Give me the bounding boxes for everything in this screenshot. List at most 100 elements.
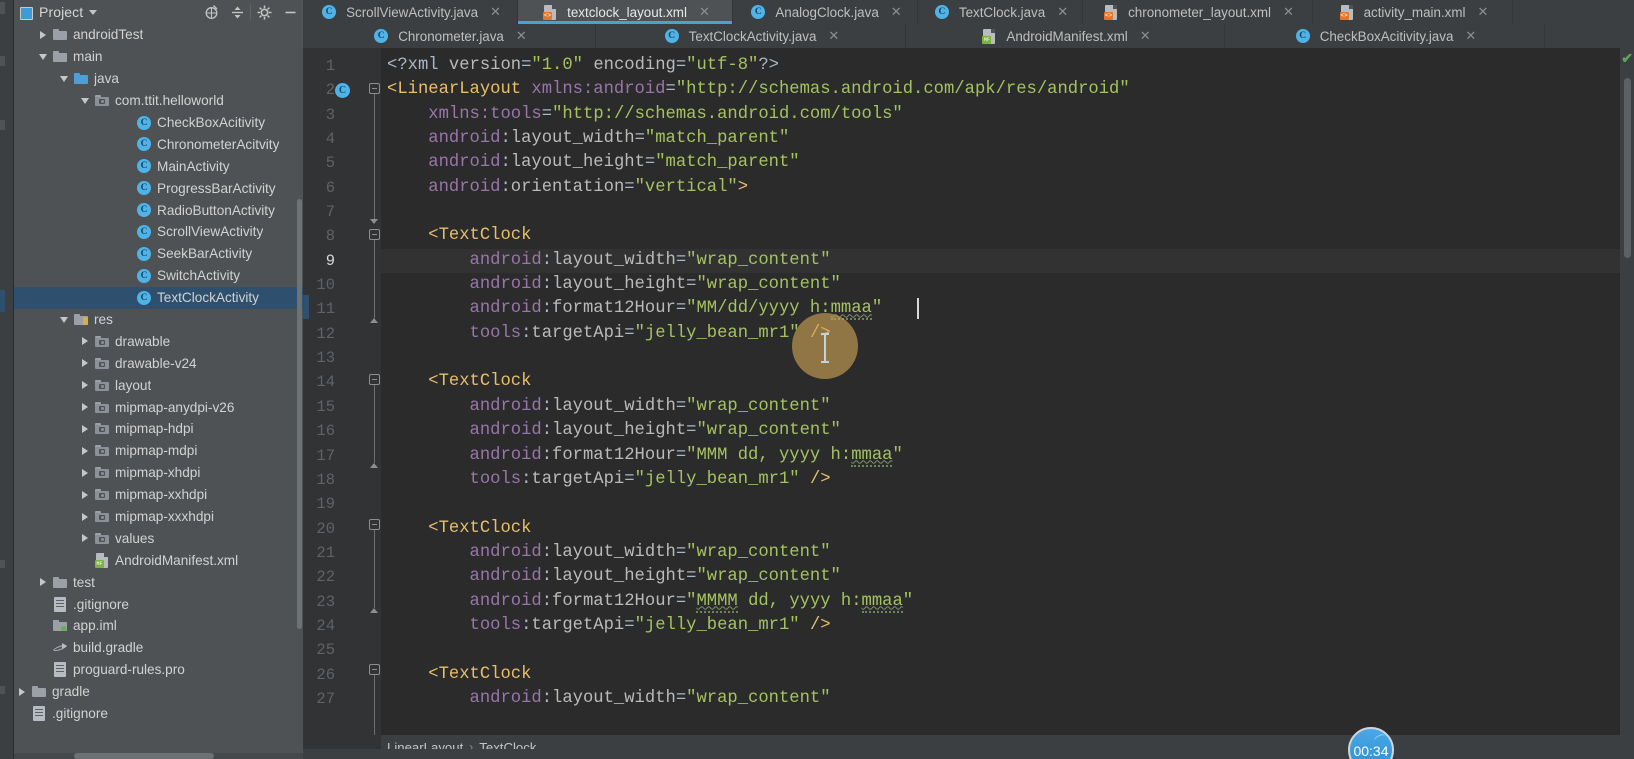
tree-item-proguard-rules-pro[interactable]: proguard-rules.pro [14, 659, 303, 681]
editor-tab-analogclock-java[interactable]: C AnalogClock.java ✕ [733, 0, 918, 24]
tree-item-chronometeracitvity[interactable]: C ChronometerAcitvity [14, 133, 303, 155]
fold-markers[interactable] [367, 48, 381, 759]
tree-item-label: mipmap-hdpi [115, 421, 194, 437]
expand-arrow-icon[interactable] [77, 446, 93, 455]
tree-item-app-iml[interactable]: app.iml [14, 615, 303, 637]
tree-item--gitignore[interactable]: .gitignore [14, 593, 303, 615]
close-icon[interactable]: ✕ [828, 28, 839, 44]
expand-arrow-icon[interactable] [14, 687, 30, 696]
tree-item-androidtest[interactable]: androidTest [14, 24, 303, 46]
folder-package-icon [93, 532, 111, 544]
collapse-all-icon[interactable] [224, 0, 250, 24]
code-line: android:layout_height="wrap_content" [469, 421, 841, 441]
tree-item-build-gradle[interactable]: build.gradle [14, 637, 303, 659]
editor-tab-chronometer-java[interactable]: C Chronometer.java ✕ [303, 24, 596, 48]
code-text[interactable]: <?xml version="1.0" encoding="utf-8"?> <L… [381, 48, 1620, 759]
expand-arrow-icon[interactable] [77, 534, 93, 543]
expand-arrow-icon[interactable] [77, 403, 93, 412]
close-icon[interactable]: ✕ [1140, 28, 1151, 44]
project-tree-scrollbar[interactable] [297, 199, 302, 629]
collapse-arrow-icon[interactable] [35, 53, 51, 60]
tree-item-test[interactable]: test [14, 571, 303, 593]
tree-item-java[interactable]: java [14, 68, 303, 90]
java-class-icon: C [1294, 29, 1312, 43]
expand-arrow-icon[interactable] [77, 490, 93, 499]
close-icon[interactable]: ✕ [1283, 4, 1294, 20]
settings-gear-icon[interactable] [251, 0, 277, 24]
tree-item-gradle[interactable]: gradle [14, 681, 303, 703]
tree-item-mipmap-mdpi[interactable]: mipmap-mdpi [14, 440, 303, 462]
expand-arrow-icon[interactable] [35, 30, 51, 39]
expand-arrow-icon[interactable] [77, 512, 93, 521]
editor-tab-androidmanifest-xml[interactable]: MF AndroidManifest.xml ✕ [906, 24, 1225, 48]
tree-item-com-ttit-helloworld[interactable]: com.ttit.helloworld [14, 90, 303, 112]
collapse-arrow-icon[interactable] [77, 97, 93, 104]
tree-item-layout[interactable]: layout [14, 374, 303, 396]
project-tree[interactable]: androidTest main java com.ttit.helloworld C C… [14, 24, 303, 759]
tree-item-mipmap-xhdpi[interactable]: mipmap-xhdpi [14, 462, 303, 484]
tree-item-mipmap-xxhdpi[interactable]: mipmap-xxhdpi [14, 484, 303, 506]
code-editor[interactable]: 1 2 C 3 4 5 6 7 8 9 10 11 12 13 14 15 16 17 18 19 20 21 22 23 24… [303, 48, 1634, 759]
editor-tab-scrollviewactivity-java[interactable]: C ScrollViewActivity.java ✕ [303, 0, 518, 24]
close-icon[interactable]: ✕ [1478, 4, 1489, 20]
minimize-icon[interactable] [277, 0, 303, 24]
green-check-icon: ✔ [1621, 50, 1633, 66]
project-tree-hscrollbar[interactable] [14, 753, 303, 759]
tree-item-scrollviewactivity[interactable]: C ScrollViewActivity [14, 221, 303, 243]
project-tool-window: Project androidTestmainjavacom.ttit.h [14, 0, 303, 759]
collapse-arrow-icon[interactable] [56, 75, 72, 82]
tree-item-progressbaractivity[interactable]: C ProgressBarActivity [14, 177, 303, 199]
tree-item-drawable-v24[interactable]: drawable-v24 [14, 352, 303, 374]
close-icon[interactable]: ✕ [1057, 4, 1068, 20]
editor-tab-activity-main-xml[interactable]: <> activity_main.xml ✕ [1313, 0, 1513, 24]
tree-item-switchactivity[interactable]: C SwitchActivity [14, 265, 303, 287]
close-icon[interactable]: ✕ [699, 4, 710, 20]
close-icon[interactable]: ✕ [516, 28, 527, 44]
code-line: tools:targetApi="jelly_bean_mr1" /> [469, 469, 831, 489]
editor-tab-textclock-java[interactable]: C TextClock.java ✕ [918, 0, 1083, 24]
text-caret [917, 298, 919, 319]
tree-item-checkboxacitivity[interactable]: C CheckBoxAcitivity [14, 112, 303, 134]
tree-item-mipmap-xxxhdpi[interactable]: mipmap-xxxhdpi [14, 506, 303, 528]
tree-item-label: .gitignore [52, 706, 108, 722]
close-icon[interactable]: ✕ [490, 4, 501, 20]
line-number: 13 [316, 349, 335, 368]
editor-tab-chronometer-layout-xml[interactable]: <> chronometer_layout.xml ✕ [1083, 0, 1313, 24]
expand-arrow-icon[interactable] [77, 381, 93, 390]
tree-item-seekbaractivity[interactable]: C SeekBarActivity [14, 243, 303, 265]
tree-item-drawable[interactable]: drawable [14, 330, 303, 352]
tree-item-res[interactable]: res [14, 309, 303, 331]
line-number: 17 [316, 446, 335, 465]
editor-scrollbar[interactable] [1624, 78, 1631, 258]
code-line: <TextClock [428, 372, 532, 392]
tree-item-androidmanifest-xml[interactable]: MF AndroidManifest.xml [14, 549, 303, 571]
tree-item-values[interactable]: values [14, 527, 303, 549]
editor-tab-textclock-layout-xml[interactable]: <> textclock_layout.xml ✕ [518, 0, 733, 24]
editor-marker-rail[interactable]: ✔ [1620, 48, 1634, 759]
expand-arrow-icon[interactable] [77, 424, 93, 433]
folder-package-icon [93, 467, 111, 479]
code-line: android:layout_width="wrap_content" [381, 248, 1620, 274]
close-icon[interactable]: ✕ [891, 4, 902, 20]
tree-item-mainactivity[interactable]: C MainActivity [14, 155, 303, 177]
tree-item-mipmap-hdpi[interactable]: mipmap-hdpi [14, 418, 303, 440]
gradle-icon [51, 642, 69, 654]
tree-item--gitignore[interactable]: .gitignore [14, 703, 303, 725]
expand-arrow-icon[interactable] [35, 578, 51, 587]
editor-gutter[interactable]: 1 2 C 3 4 5 6 7 8 9 10 11 12 13 14 15 16 17 18 19 20 21 22 23 24… [303, 48, 381, 759]
locate-icon[interactable] [198, 0, 224, 24]
close-icon[interactable]: ✕ [1465, 28, 1476, 44]
expand-arrow-icon[interactable] [77, 337, 93, 346]
editor-tab-checkboxacitivity-java[interactable]: C CheckBoxAcitivity.java ✕ [1225, 24, 1545, 48]
editor-tab-textclockactivity-java[interactable]: C TextClockActivity.java ✕ [596, 24, 906, 48]
expand-arrow-icon[interactable] [77, 359, 93, 368]
class-gutter-icon[interactable]: C [335, 82, 350, 98]
tree-item-radiobuttonactivity[interactable]: C RadioButtonActivity [14, 199, 303, 221]
chevron-down-icon[interactable] [89, 9, 98, 15]
collapse-arrow-icon[interactable] [56, 316, 72, 323]
java-class-icon: C [135, 268, 153, 283]
tree-item-textclockactivity[interactable]: C TextClockActivity [14, 286, 303, 309]
tree-item-mipmap-anydpi-v26[interactable]: mipmap-anydpi-v26 [14, 396, 303, 418]
tree-item-main[interactable]: main [14, 46, 303, 68]
expand-arrow-icon[interactable] [77, 468, 93, 477]
